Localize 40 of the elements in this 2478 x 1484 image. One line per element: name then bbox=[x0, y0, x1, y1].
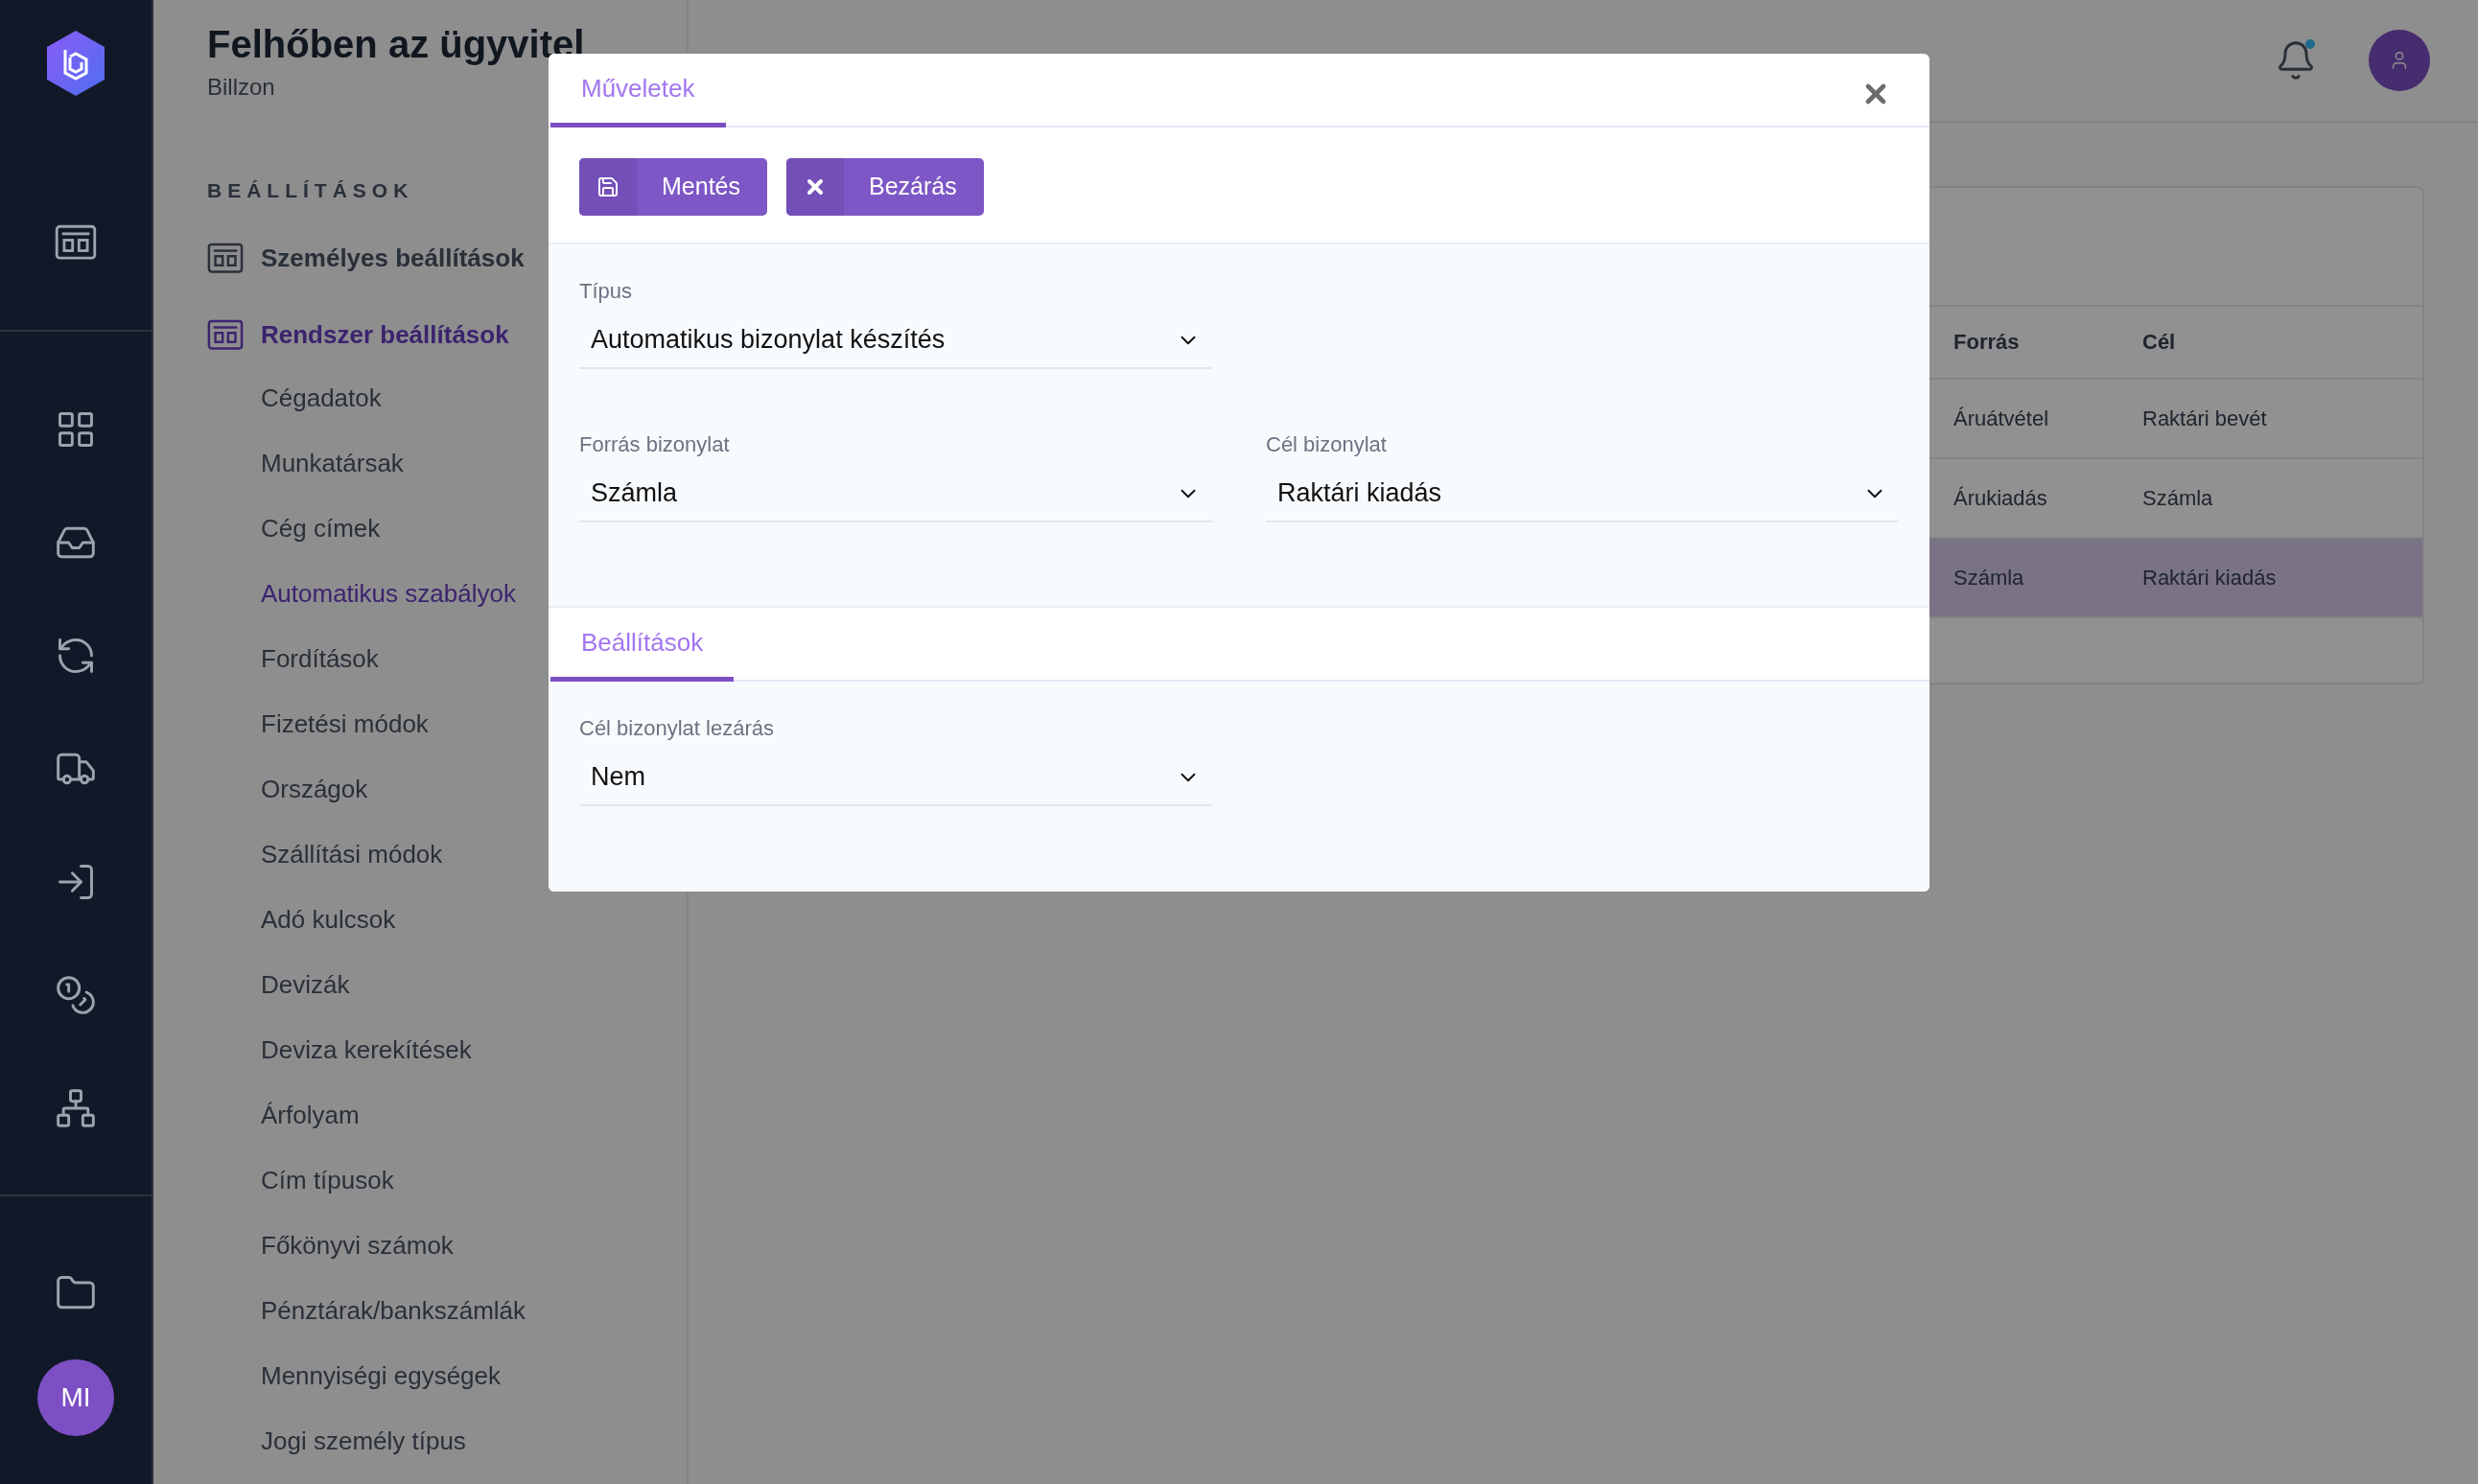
table-cell-text: Számla bbox=[2142, 485, 2214, 511]
panel-icon bbox=[207, 318, 244, 351]
field-label: Cél bizonylat lezárás bbox=[579, 715, 775, 741]
app-subtitle: Billzon bbox=[207, 74, 275, 101]
panel-icon bbox=[207, 242, 244, 274]
settings-item[interactable]: Adó kulcsok bbox=[261, 887, 687, 952]
select-field[interactable]: Automatikus bizonylat készítés bbox=[579, 313, 1212, 369]
network-icon[interactable] bbox=[54, 1086, 98, 1130]
settings-item[interactable]: Deviza kerekítések bbox=[261, 1017, 687, 1082]
field-label: Cél bizonylat bbox=[1266, 431, 1388, 457]
save-button[interactable]: Mentés bbox=[579, 157, 767, 216]
table-cell-text: Áruátvétel bbox=[1953, 406, 2050, 431]
column-header: Forrás bbox=[1953, 330, 2021, 355]
table-cell-text: Raktári kiadás bbox=[2142, 565, 2278, 591]
save-icon bbox=[596, 174, 620, 198]
coins-icon[interactable] bbox=[54, 973, 98, 1017]
dialog-tab[interactable]: Műveletek bbox=[550, 73, 726, 128]
settings-item[interactable]: Pénztárak/bankszámlák bbox=[261, 1278, 687, 1343]
settings-item[interactable]: Főkönyvi számok bbox=[261, 1213, 687, 1278]
section-heading: BEÁLLÍTÁSOK bbox=[207, 179, 414, 202]
user-avatar[interactable]: MI bbox=[37, 1359, 114, 1436]
close-button[interactable]: Bezárás bbox=[786, 157, 984, 216]
column-header: Cél bbox=[2142, 330, 2177, 355]
select-field[interactable]: Raktári kiadás bbox=[1266, 466, 1899, 522]
logo-icon[interactable] bbox=[44, 29, 107, 98]
settings-group[interactable]: Rendszer beállítások bbox=[207, 313, 509, 356]
settings-item[interactable]: Árfolyam bbox=[261, 1082, 687, 1148]
settings-item[interactable]: Mennyiségi egységek bbox=[261, 1343, 687, 1408]
field-label: Forrás bizonylat bbox=[579, 431, 731, 457]
table-cell-text: Számla bbox=[1953, 565, 2025, 591]
select-field[interactable]: Nem bbox=[579, 750, 1212, 806]
table-cell-text: Árukiadás bbox=[1953, 485, 2048, 511]
table-cell-text: Raktári bevét bbox=[2142, 406, 2268, 431]
field-label: Típus bbox=[579, 278, 634, 304]
app-title: Felhőben az ügyvitel bbox=[207, 23, 585, 66]
settings-item[interactable]: Jogi személy típus bbox=[261, 1408, 687, 1473]
settings-item[interactable]: Cím típusok bbox=[261, 1148, 687, 1213]
select-field[interactable]: Számla bbox=[579, 466, 1212, 522]
settings-group[interactable]: Személyes beállítások bbox=[207, 237, 525, 279]
settings-item[interactable]: Devizák bbox=[261, 952, 687, 1017]
